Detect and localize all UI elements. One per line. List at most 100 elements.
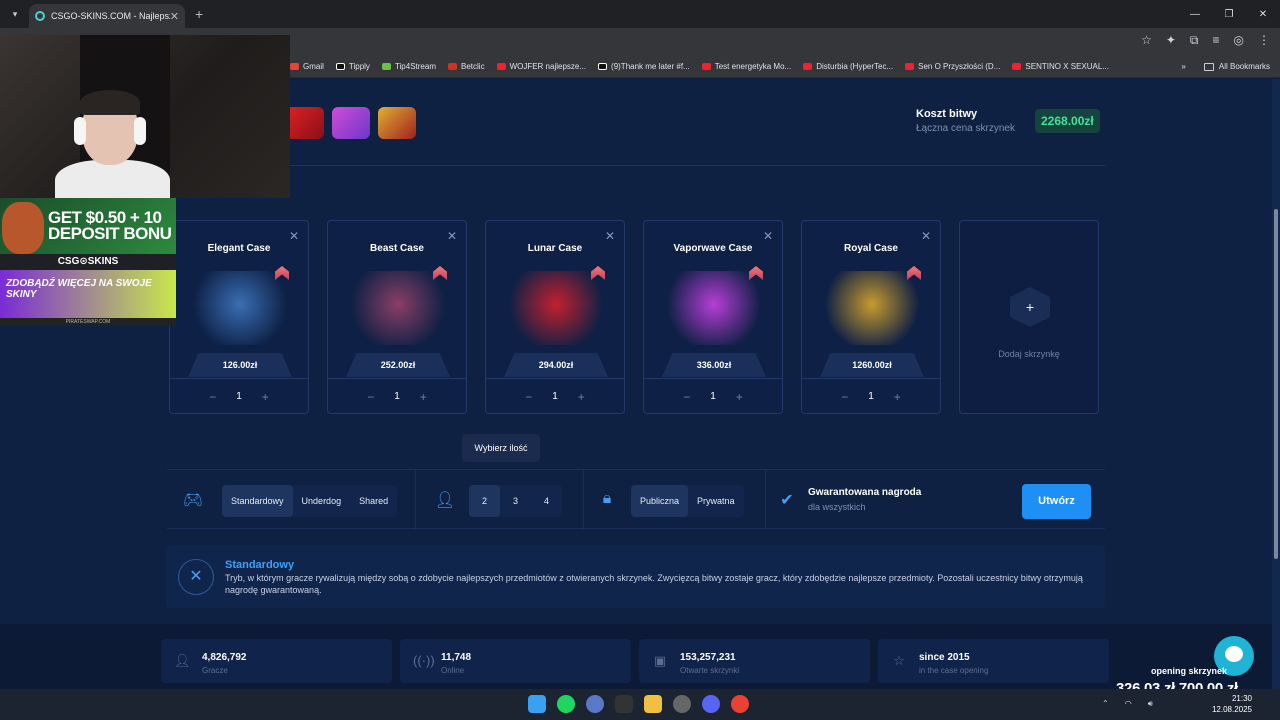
plus-icon[interactable]: +: [736, 390, 743, 404]
players-option-4[interactable]: 4: [531, 485, 562, 517]
bookmark-item[interactable]: Sen O Przyszłości (D...: [905, 62, 1000, 71]
case-image: [508, 271, 604, 345]
plus-icon[interactable]: +: [420, 390, 427, 404]
remove-case-icon[interactable]: ✕: [605, 229, 615, 243]
case-name: Royal Case: [844, 243, 898, 254]
create-battle-button[interactable]: Utwórz: [1022, 484, 1091, 519]
folder-icon: [1203, 62, 1214, 71]
tiktok-icon: [598, 63, 608, 70]
plus-icon: +: [1010, 287, 1050, 327]
browser-menu-icon[interactable]: ⋮: [1258, 33, 1270, 48]
browser-tab[interactable]: CSGO-SKINS.COM - Najlepsze ✕: [29, 4, 185, 28]
profile-icon[interactable]: ◎: [1234, 33, 1244, 48]
scrollbar-thumb[interactable]: [1274, 209, 1278, 559]
quantity-value: 1: [710, 391, 716, 402]
media-icon[interactable]: ≡: [1213, 33, 1220, 48]
promo-brand: CSG⊙SKINS: [0, 254, 176, 270]
stat-value: 4,826,792: [202, 652, 247, 663]
file-explorer-icon[interactable]: [644, 695, 662, 713]
remove-case-icon[interactable]: ✕: [763, 229, 773, 243]
stat-label: in the case opening: [919, 666, 989, 675]
add-case-button[interactable]: + Dodaj skrzynkę: [959, 220, 1099, 414]
volume-icon[interactable]: 🔊︎: [1148, 699, 1153, 709]
case-name: Elegant Case: [207, 243, 271, 254]
bookmark-item[interactable]: Test energetyka Mo...: [701, 62, 791, 71]
mode-option-shared[interactable]: Shared: [350, 485, 397, 517]
tooltip: Wybierz ilość: [462, 434, 540, 462]
plus-icon[interactable]: +: [578, 390, 585, 404]
divider: [583, 470, 584, 530]
bookmark-item[interactable]: (9)Thank me later #f...: [598, 62, 690, 71]
bookmark-item[interactable]: Gmail: [290, 62, 324, 71]
plus-icon[interactable]: +: [262, 390, 269, 404]
promo-headline: GET $0.50 + 10 DEPOSIT BONU: [48, 208, 172, 243]
tab-search-button[interactable]: ▾: [5, 4, 25, 24]
tipply-icon: [335, 63, 345, 70]
remove-case-icon[interactable]: ✕: [289, 229, 299, 243]
guaranteed-reward-subtitle: dla wszystkich: [808, 502, 866, 512]
players-option-3[interactable]: 3: [500, 485, 531, 517]
close-tab-icon[interactable]: ✕: [170, 10, 179, 23]
wifi-icon[interactable]: ◠: [1125, 699, 1132, 709]
case-card[interactable]: Vaporwave Case ✕ 336.00zł − 1 +: [643, 220, 783, 414]
divider: [290, 165, 1105, 166]
all-bookmarks[interactable]: » All Bookmarks: [1181, 62, 1270, 71]
case-thumbnail: [378, 107, 416, 139]
chevron-up-icon[interactable]: ⌃: [1102, 699, 1109, 709]
discord-icon[interactable]: [702, 695, 720, 713]
bookmark-item[interactable]: SENTINO X SEXUAL...: [1012, 62, 1109, 71]
plus-icon[interactable]: +: [894, 390, 901, 404]
bookmark-star-icon[interactable]: ☆: [1141, 33, 1152, 48]
bookmark-item[interactable]: Tip4Stream: [381, 62, 436, 71]
visibility-option-private[interactable]: Prywatna: [688, 485, 744, 517]
bookmark-item[interactable]: Disturbia (HyperTec...: [803, 62, 893, 71]
epic-games-icon[interactable]: [615, 695, 633, 713]
windows-start-icon[interactable]: [528, 695, 546, 713]
minus-icon[interactable]: −: [209, 390, 216, 404]
remove-case-icon[interactable]: ✕: [921, 229, 931, 243]
close-window-icon[interactable]: ✕: [1246, 9, 1280, 20]
new-tab-button[interactable]: +: [195, 6, 203, 22]
lock-icon: 🔒︎: [602, 490, 612, 507]
case-name: Lunar Case: [527, 243, 583, 254]
chevron-double-right-icon[interactable]: »: [1181, 62, 1185, 71]
extensions-puzzle-icon[interactable]: ⧉: [1190, 33, 1199, 48]
bookmark-item[interactable]: Betclic: [448, 62, 485, 71]
case-card[interactable]: Lunar Case ✕ 294.00zł − 1 +: [485, 220, 625, 414]
visibility-option-public[interactable]: Publiczna: [631, 485, 689, 517]
case-card[interactable]: Beast Case ✕ 252.00zł − 1 +: [327, 220, 467, 414]
remove-case-icon[interactable]: ✕: [447, 229, 457, 243]
mode-option-underdog[interactable]: Underdog: [293, 485, 351, 517]
spotify-icon[interactable]: [557, 695, 575, 713]
minus-icon[interactable]: −: [525, 390, 532, 404]
mode-description: ✕ Standardowy Tryb, w którym gracze rywa…: [166, 545, 1105, 608]
streamer-body: [55, 160, 170, 198]
case-card[interactable]: Royal Case ✕ 1260.00zł − 1 +: [801, 220, 941, 414]
quantity-stepper: − 1 +: [644, 378, 782, 414]
stat-label: Online: [441, 666, 465, 675]
page-scrollbar[interactable]: [1272, 79, 1280, 689]
minimize-icon[interactable]: —: [1178, 9, 1212, 20]
extension-icon[interactable]: ✦: [1166, 33, 1176, 48]
mode-description-text: Tryb, w którym gracze rywalizują między …: [225, 573, 1083, 595]
promo-subtext: ZDOBĄDŹ WIĘCEJ NA SWOJE SKINY: [6, 278, 152, 300]
case-image: [192, 271, 288, 345]
app-icon[interactable]: [586, 695, 604, 713]
minus-icon[interactable]: −: [367, 390, 374, 404]
case-card[interactable]: Elegant Case ✕ 126.00zł − 1 +: [169, 220, 309, 414]
obs-icon[interactable]: [673, 695, 691, 713]
chrome-icon[interactable]: [731, 695, 749, 713]
divider: [415, 470, 416, 530]
quantity-value: 1: [868, 391, 874, 402]
bookmark-item[interactable]: Tipply: [335, 62, 370, 71]
window-controls: — ❐ ✕: [1178, 0, 1280, 28]
minus-icon[interactable]: −: [683, 390, 690, 404]
os-taskbar: ⌃ ◠ 🔊︎ 21:30 12.08.2025: [0, 689, 1280, 720]
players-option-2[interactable]: 2: [469, 485, 501, 517]
case-image: [350, 271, 446, 345]
restore-icon[interactable]: ❐: [1212, 9, 1246, 20]
bookmark-item[interactable]: WOJFER najlepsze...: [496, 62, 586, 71]
minus-icon[interactable]: −: [841, 390, 848, 404]
system-clock[interactable]: 21:30 12.08.2025: [1212, 693, 1252, 715]
mode-option-standard[interactable]: Standardowy: [222, 485, 293, 517]
